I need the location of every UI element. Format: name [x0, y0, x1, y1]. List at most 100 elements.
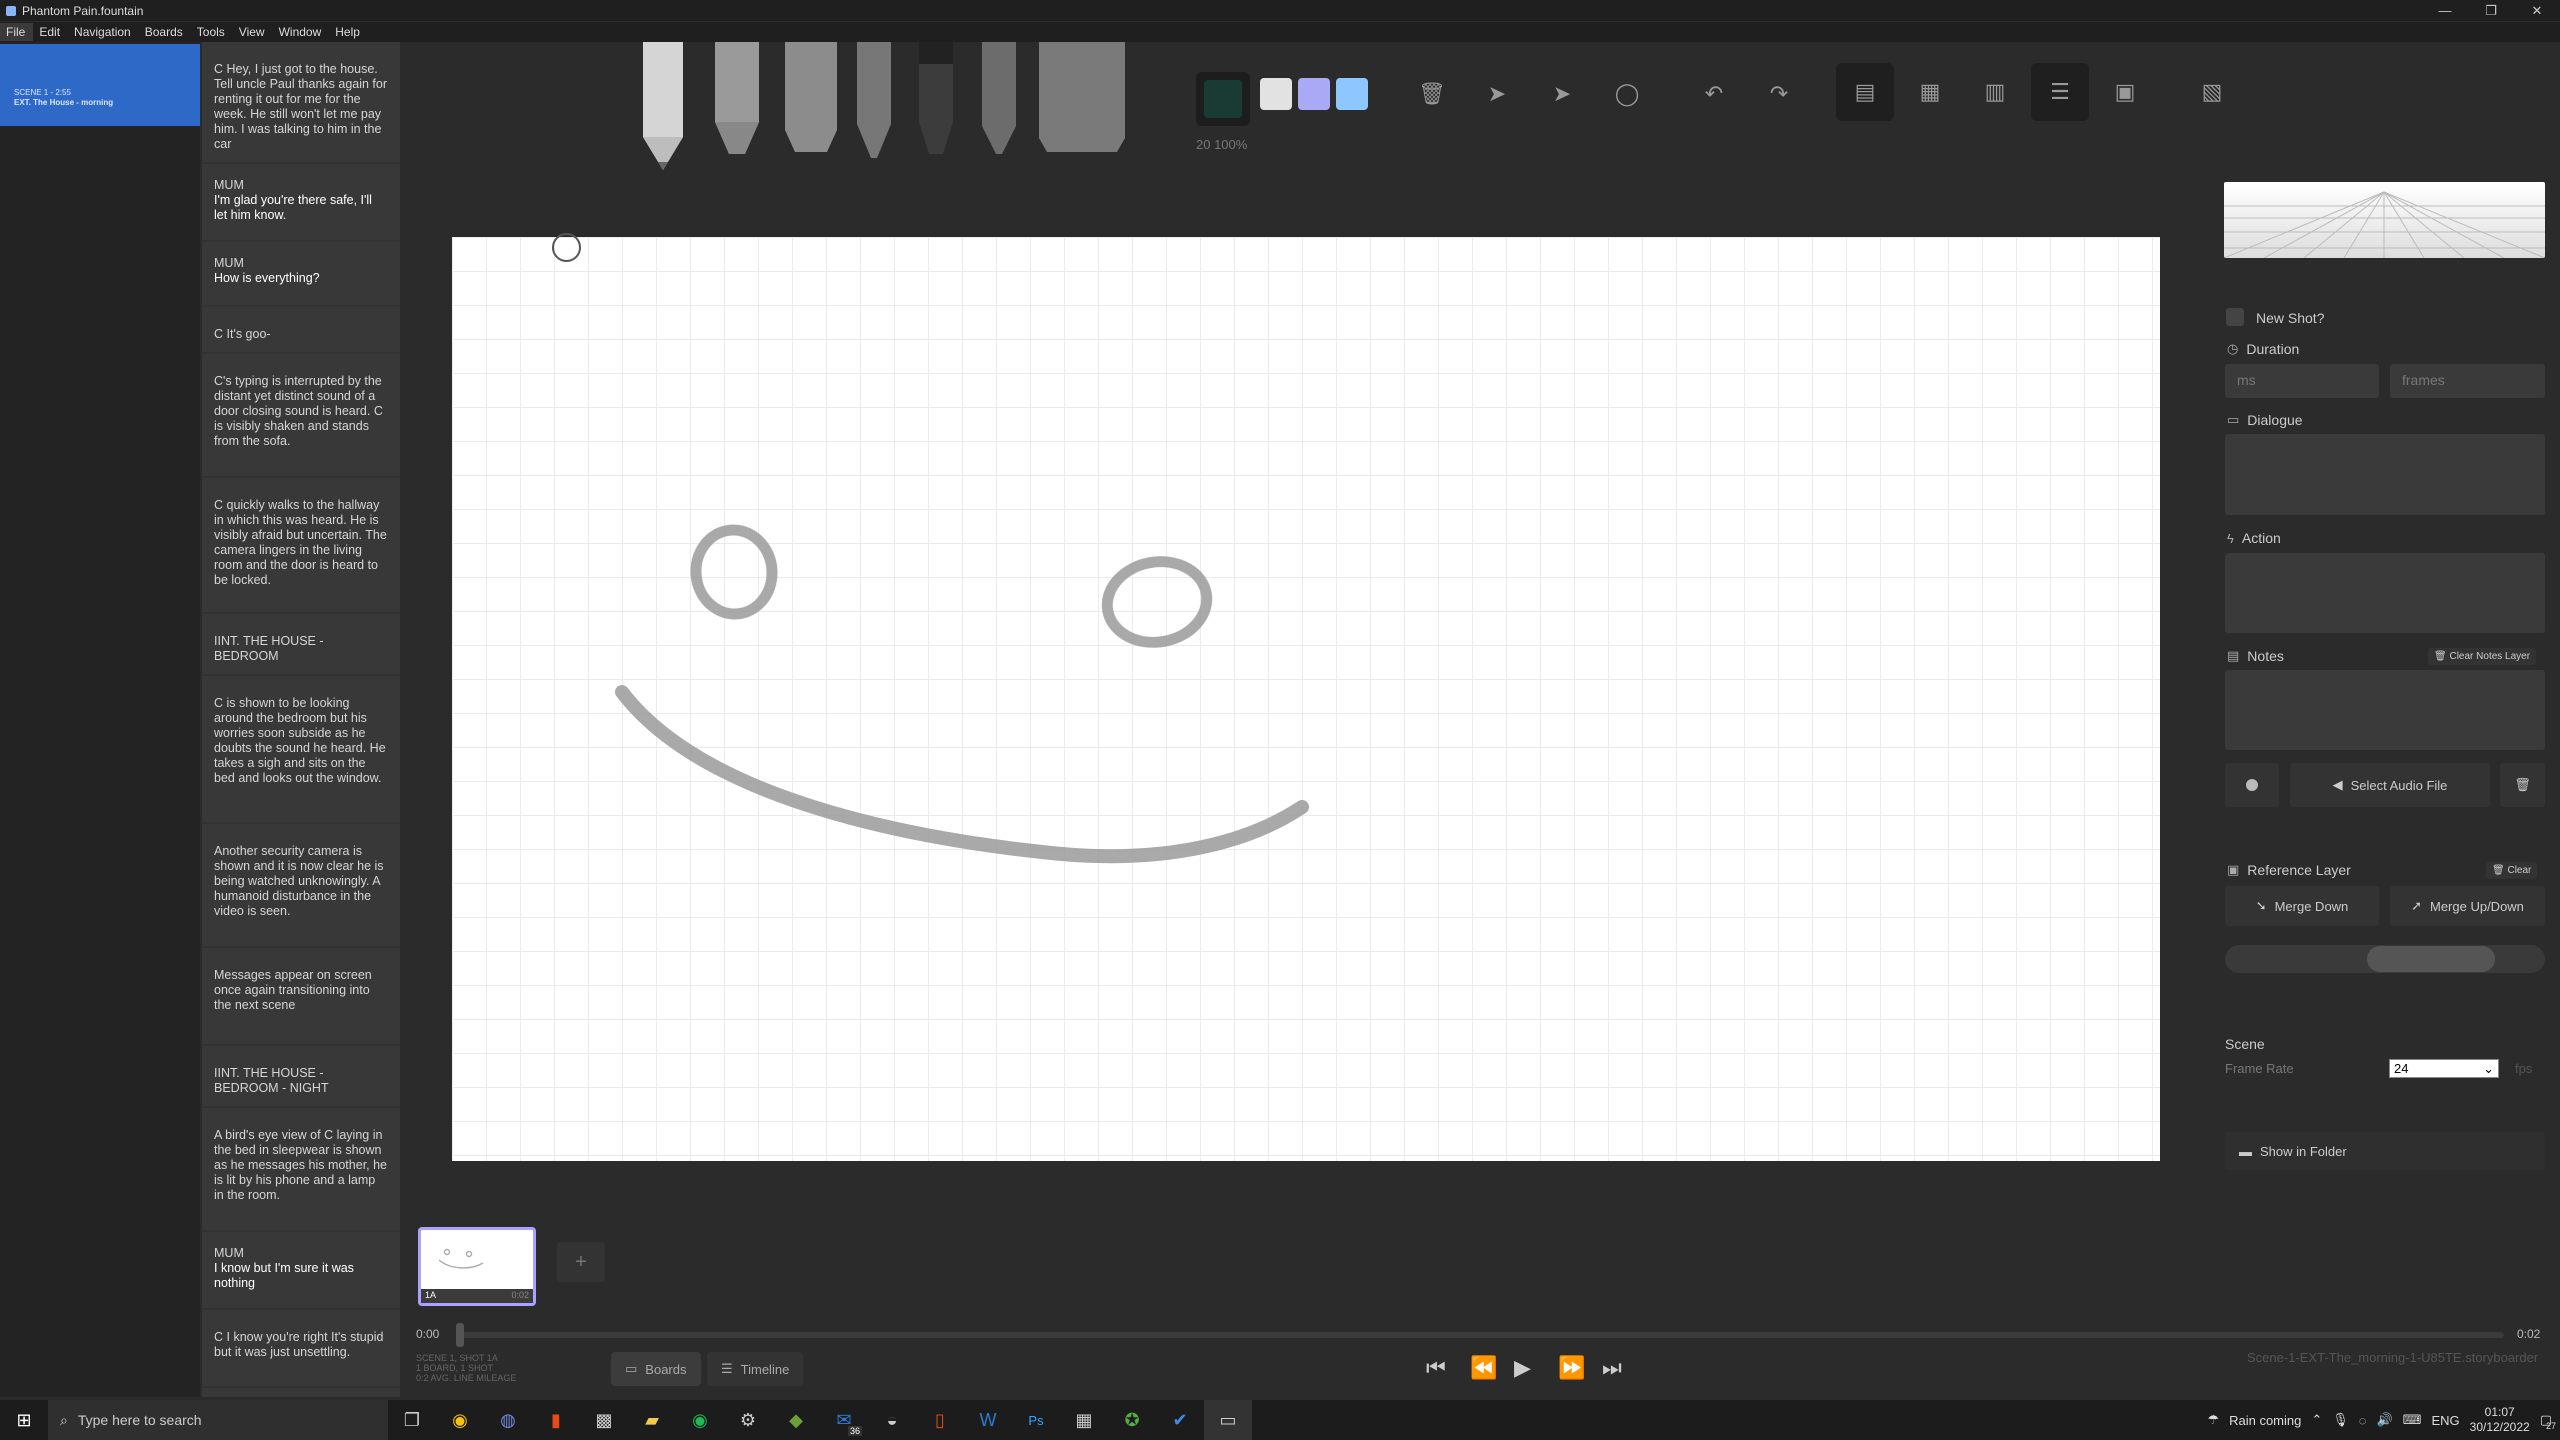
- chevron-up-icon[interactable]: ⌃: [2311, 1412, 2322, 1428]
- add-board-button[interactable]: +: [557, 1242, 605, 1282]
- close-button[interactable]: ✕: [2514, 0, 2560, 21]
- language-indicator[interactable]: ENG: [2431, 1413, 2459, 1428]
- chrome-icon[interactable]: ◉: [436, 1400, 484, 1440]
- menu-help[interactable]: Help: [329, 23, 368, 41]
- opacity-slider-thumb[interactable]: [2367, 946, 2495, 972]
- windows-start-icon[interactable]: ⊞: [0, 1400, 48, 1440]
- script-item[interactable]: C Hey, I just got to the house. Tell unc…: [202, 42, 400, 162]
- fast-forward-icon[interactable]: ⏩: [1558, 1355, 1585, 1381]
- select-audio-button[interactable]: ◀ Select Audio File: [2290, 763, 2490, 807]
- menu-view[interactable]: View: [233, 23, 273, 41]
- undo-icon[interactable]: ↶: [1685, 65, 1743, 123]
- script-item[interactable]: C I probably just haven't been getting e…: [202, 1388, 400, 1397]
- image-icon[interactable]: ▧: [2183, 63, 2241, 121]
- maximize-button[interactable]: ❐: [2468, 0, 2514, 21]
- trash-icon[interactable]: 🗑: [1403, 65, 1461, 123]
- scale-tool-icon[interactable]: ➤: [1533, 65, 1591, 123]
- app-icon-generic[interactable]: ▩: [580, 1400, 628, 1440]
- board-thumbnail[interactable]: 1A 0:02: [418, 1227, 536, 1306]
- script-item[interactable]: C It's goo-: [202, 307, 400, 352]
- record-button[interactable]: [2225, 763, 2279, 807]
- script-item[interactable]: C's typing is interrupted by the distant…: [202, 354, 400, 476]
- script-item[interactable]: C is shown to be looking around the bedr…: [202, 676, 400, 822]
- camera-icon[interactable]: ▣: [2096, 63, 2154, 121]
- weather-text[interactable]: Rain coming: [2229, 1413, 2301, 1428]
- script-item[interactable]: Messages appear on screen once again tra…: [202, 948, 400, 1044]
- layers-icon[interactable]: ☰: [2031, 63, 2089, 121]
- office-icon-2[interactable]: ▯: [916, 1400, 964, 1440]
- minecraft-icon[interactable]: ◆: [772, 1400, 820, 1440]
- script-item[interactable]: A bird's eye view of C laying in the bed…: [202, 1108, 400, 1230]
- mail-icon[interactable]: ✉ 36: [820, 1400, 868, 1440]
- eraser-icon[interactable]: [1039, 42, 1125, 156]
- script-item[interactable]: MUM I know but I'm sure it was nothing: [202, 1232, 400, 1308]
- layout-third-icon[interactable]: ▥: [1966, 63, 2024, 121]
- merge-down-button[interactable]: ➘ Merge Down: [2225, 886, 2379, 926]
- script-item[interactable]: IINT. THE HOUSE - BEDROOM: [202, 614, 400, 674]
- clear-reference-button[interactable]: 🗑 Clear: [2486, 862, 2538, 879]
- menu-file[interactable]: File: [0, 23, 34, 41]
- script-item[interactable]: IINT. THE HOUSE - BEDROOM - NIGHT: [202, 1046, 400, 1106]
- script-item[interactable]: C I know you're right It's stupid but it…: [202, 1310, 400, 1386]
- delete-audio-button[interactable]: 🗑: [2500, 763, 2545, 807]
- storyboarder-icon[interactable]: ▭: [1204, 1400, 1252, 1440]
- brush-icon[interactable]: [977, 42, 1021, 156]
- app-icon-2[interactable]: ▦: [1060, 1400, 1108, 1440]
- keyboard-icon[interactable]: ⌨: [2403, 1412, 2422, 1428]
- timeline-scrubber[interactable]: [456, 1332, 2504, 1338]
- script-item[interactable]: Another security camera is shown and it …: [202, 824, 400, 946]
- new-shot-checkbox[interactable]: [2226, 308, 2244, 326]
- duration-ms-input[interactable]: ms: [2225, 364, 2379, 398]
- notes-field[interactable]: [2225, 670, 2545, 750]
- go-to-start-icon[interactable]: ⏮: [1426, 1355, 1446, 1381]
- frame-rate-select[interactable]: 24 ⌄: [2389, 1059, 2499, 1078]
- active-color-swatch[interactable]: [1196, 72, 1250, 126]
- play-icon[interactable]: ▶: [1514, 1355, 1531, 1381]
- palette-color-3[interactable]: [1336, 78, 1368, 110]
- menu-boards[interactable]: Boards: [139, 23, 191, 41]
- clear-notes-button[interactable]: 🗑 Clear Notes Layer: [2428, 648, 2537, 665]
- go-to-end-icon[interactable]: ⏭: [1602, 1355, 1622, 1381]
- scene-item[interactable]: SCENE 1 - 2:55 EXT. The House - morning: [0, 44, 200, 126]
- menu-window[interactable]: Window: [273, 23, 330, 41]
- file-explorer-icon[interactable]: ▰: [628, 1400, 676, 1440]
- move-tool-icon[interactable]: ➤: [1468, 65, 1526, 123]
- light-pencil-icon[interactable]: [637, 42, 689, 174]
- discord-icon[interactable]: ◍: [484, 1400, 532, 1440]
- volume-icon[interactable]: 🔊: [2377, 1412, 2393, 1428]
- lasso-icon[interactable]: ◯: [1598, 65, 1656, 123]
- layout-grid-icon[interactable]: ▦: [1901, 63, 1959, 121]
- boards-view-toggle[interactable]: ▭ Boards: [611, 1352, 701, 1386]
- timeline-view-toggle[interactable]: ☰ Timeline: [707, 1352, 804, 1386]
- minimize-button[interactable]: —: [2422, 0, 2468, 21]
- task-view-icon[interactable]: ❐: [388, 1400, 436, 1440]
- xbox-icon[interactable]: ✪: [1108, 1400, 1156, 1440]
- show-in-folder-button[interactable]: ▬ Show in Folder: [2225, 1132, 2545, 1170]
- rewind-icon[interactable]: ⏪: [1470, 1355, 1497, 1381]
- clock[interactable]: 01:07 30/12/2022: [2470, 1405, 2530, 1435]
- spotify-icon[interactable]: ◉: [676, 1400, 724, 1440]
- notifications-icon[interactable]: ▢ 27: [2540, 1412, 2556, 1431]
- todo-icon[interactable]: ✔: [1156, 1400, 1204, 1440]
- menu-tools[interactable]: Tools: [191, 23, 233, 41]
- network-icon[interactable]: ◌: [2359, 1413, 2367, 1428]
- menu-edit[interactable]: Edit: [33, 23, 68, 41]
- duration-frames-input[interactable]: frames: [2390, 364, 2545, 398]
- word-icon[interactable]: W: [964, 1400, 1012, 1440]
- timeline-playhead[interactable]: [456, 1323, 464, 1347]
- action-field[interactable]: [2225, 553, 2545, 633]
- microphone-icon[interactable]: 🎙: [2332, 1412, 2349, 1428]
- taskbar-search[interactable]: ⌕ Type here to search: [48, 1400, 388, 1440]
- dialogue-field[interactable]: [2225, 434, 2545, 515]
- steam-icon[interactable]: ◒: [868, 1400, 916, 1440]
- pastel-icon[interactable]: [783, 42, 839, 156]
- menu-navigation[interactable]: Navigation: [68, 23, 139, 41]
- marker-icon[interactable]: [913, 42, 959, 158]
- script-item[interactable]: MUM How is everything?: [202, 242, 400, 305]
- script-item[interactable]: MUM I'm glad you're there safe, I'll let …: [202, 164, 400, 240]
- pen-icon[interactable]: [853, 42, 895, 160]
- pencil-icon[interactable]: [711, 42, 763, 158]
- layout-single-icon[interactable]: ▤: [1836, 63, 1894, 121]
- palette-color-1[interactable]: [1260, 78, 1292, 110]
- palette-color-2[interactable]: [1298, 78, 1330, 110]
